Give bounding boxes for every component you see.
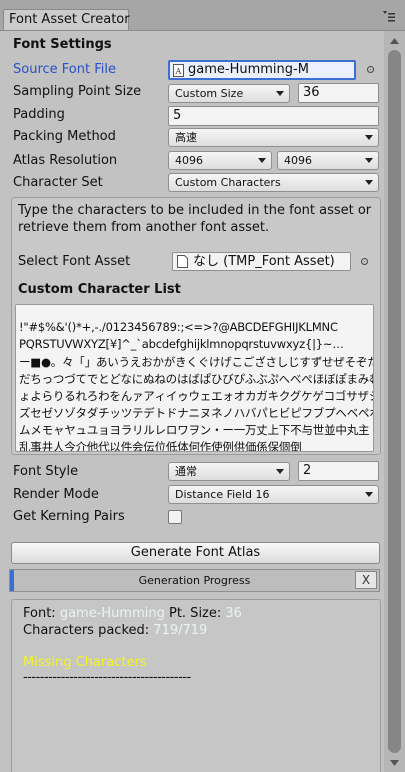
chevron-down-icon [276, 469, 284, 474]
packing-method-label: Packing Method [13, 129, 116, 144]
font-label: Font: [23, 606, 56, 621]
font-style-value: 通常 [175, 465, 197, 478]
characters-packed-value: 719/719 [153, 623, 208, 638]
character-set-dropdown[interactable]: Custom Characters [168, 173, 379, 192]
character-line: PQRSTUVWXYZ[¥]^_`abcdefghijklmnopqrstuvw… [19, 337, 344, 351]
chevron-down-icon [365, 492, 373, 497]
kerning-checkbox[interactable] [168, 510, 182, 524]
document-icon [177, 255, 188, 268]
render-mode-dropdown[interactable]: Distance Field 16 [168, 485, 379, 504]
render-mode-label: Render Mode [13, 487, 99, 502]
scroll-down-icon[interactable] [384, 756, 405, 770]
characters-packed-label: Characters packed: [23, 623, 150, 638]
help-text-line1: Type the characters to be included in th… [18, 203, 372, 218]
atlas-resolution-label: Atlas Resolution [13, 153, 118, 168]
chevron-down-icon [365, 180, 373, 185]
font-style-label: Font Style [13, 464, 79, 479]
menu-icon[interactable] [382, 10, 396, 24]
scrollbar-thumb[interactable] [388, 50, 401, 753]
sampling-mode-value: Custom Size [175, 87, 244, 100]
pt-size-value: 36 [225, 606, 242, 621]
chevron-down-icon [365, 158, 373, 163]
results-divider: ---------------------------------------- [23, 670, 191, 685]
close-progress-button[interactable]: X [355, 571, 377, 589]
font-settings-heading: Font Settings [13, 37, 112, 52]
generate-font-atlas-button[interactable]: Generate Font Atlas [11, 542, 380, 564]
select-font-asset-value: なし (TMP_Font Asset) [193, 254, 335, 269]
sampling-size-input[interactable]: 36 [298, 83, 379, 103]
atlas-width-value: 4096 [175, 154, 203, 167]
render-mode-value: Distance Field 16 [175, 488, 270, 501]
chevron-down-icon [258, 158, 266, 163]
tab-font-asset-creator[interactable]: Font Asset Creator [3, 9, 130, 30]
atlas-height-dropdown[interactable]: 4096 [277, 151, 379, 170]
packing-method-value: 高速 [175, 131, 197, 144]
custom-character-list-heading: Custom Character List [18, 282, 181, 297]
object-picker-icon[interactable] [361, 258, 368, 265]
progress-label: Generation Progress [138, 574, 251, 587]
chevron-down-icon [365, 135, 373, 140]
atlas-width-dropdown[interactable]: 4096 [168, 151, 272, 170]
font-file-icon: A [173, 64, 184, 77]
select-font-asset-field[interactable]: なし (TMP_Font Asset) [172, 252, 351, 271]
svg-text:A: A [175, 67, 182, 76]
packing-method-dropdown[interactable]: 高速 [168, 128, 379, 147]
help-text-line2: retrieve them from another font asset. [18, 220, 270, 235]
character-line: ー■●。々「」あいうえおかがきくぐけげこござさしじすずせぜそぞた [19, 355, 374, 369]
font-style-dropdown[interactable]: 通常 [168, 462, 290, 481]
pt-size-label: Pt. Size: [168, 606, 222, 621]
character-line: ムメモャヤュユョヨラリルレロワヲン・ー一万丈上下不与世並中丸主 [19, 423, 370, 437]
character-line: だちっつづてでとどなにぬねのはばぱひびぴふぶぷへべぺほぼぽまみむめもゃやゅ [19, 372, 373, 386]
select-font-asset-label: Select Font Asset [18, 254, 131, 269]
kerning-label: Get Kerning Pairs [13, 509, 125, 524]
character-set-value: Custom Characters [175, 176, 281, 189]
font-style-weight-input[interactable]: 2 [298, 461, 379, 481]
title-bar: Font Asset Creator [0, 0, 405, 30]
sampling-point-size-label: Sampling Point Size [13, 84, 142, 99]
character-line: 乱事井人今介他代以件会伝位低体何作使例供価係保個倒 [19, 440, 302, 452]
results-packed-line: Characters packed: 719/719 [23, 623, 207, 638]
source-font-value: game-Humming-M [188, 62, 309, 77]
character-line: ょよらりるれろわをんァアィイゥウェエォオカガキクグケゲコゴサザシジス [19, 389, 374, 403]
divider [0, 30, 405, 31]
padding-input[interactable]: 5 [168, 106, 379, 126]
character-line: !"#$%&'()*+,-./0123456789:;<=>?@ABCDEFGH… [19, 320, 338, 334]
character-set-label: Character Set [13, 175, 103, 190]
chevron-down-icon [276, 91, 284, 96]
custom-character-list[interactable]: !"#$%&'()*+,-./0123456789:;<=>?@ABCDEFGH… [15, 304, 374, 452]
source-font-field[interactable]: A game-Humming-M [168, 60, 356, 80]
font-value: game-Humming [59, 606, 165, 621]
atlas-height-value: 4096 [284, 154, 312, 167]
character-line: ズセゼソゾタダチッツテデトドナニヌネノハバパヒビピフブプヘベペホボポマミ [19, 406, 373, 420]
sampling-mode-dropdown[interactable]: Custom Size [168, 84, 290, 103]
tab-title: Font Asset Creator [9, 12, 130, 27]
source-font-label: Source Font File [13, 62, 116, 77]
results-font-line: Font: game-Humming Pt. Size: 36 [23, 606, 242, 621]
generation-progress-bar: Generation Progress [9, 569, 380, 592]
padding-label: Padding [13, 107, 65, 122]
scroll-up-icon[interactable] [384, 34, 405, 48]
missing-characters-heading: Missing Characters [23, 655, 147, 670]
object-picker-icon[interactable] [367, 66, 374, 73]
